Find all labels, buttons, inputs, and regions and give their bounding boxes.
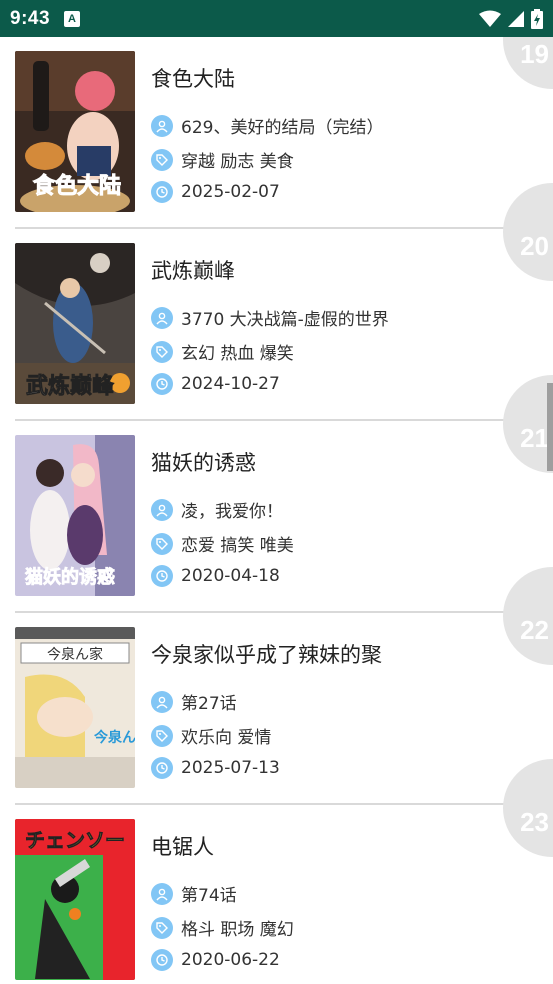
update-date: 2024-10-27 (151, 373, 280, 395)
tags: 穿越 励志 美食 (151, 147, 294, 172)
latest-chapter-text: 第27话 (181, 694, 237, 714)
cover-title-art: 今泉ん家 (47, 646, 103, 663)
status-bar: 9:43 A (0, 0, 553, 37)
tags-text: 恋爱 搞笑 唯美 (181, 536, 294, 556)
comic-title[interactable]: 电锯人 (151, 831, 214, 861)
tag-icon (151, 532, 173, 555)
user-icon (151, 114, 173, 137)
tags: 格斗 职场 魔幻 (151, 915, 294, 940)
clock-icon (151, 757, 173, 779)
cover-title-art: 猫妖的诱惑 (25, 566, 115, 588)
tags-text: 格斗 职场 魔幻 (181, 920, 294, 940)
latest-chapter: 629、美好的结局（完结） (151, 113, 383, 138)
latest-chapter-text: 3770 大决战篇-虚假的世界 (181, 310, 389, 330)
latest-chapter: 第74话 (151, 881, 237, 906)
comic-title[interactable]: 食色大陆 (151, 63, 235, 93)
cover-title-art: 食色大陆 (33, 173, 121, 199)
signal-icon (508, 10, 524, 27)
latest-chapter: 3770 大决战篇-虚假的世界 (151, 305, 389, 330)
latest-chapter: 第27话 (151, 689, 237, 714)
comic-cover[interactable]: 今泉ん家 今泉ん (15, 627, 135, 788)
comic-title[interactable]: 武炼巅峰 (151, 255, 235, 285)
comic-title[interactable]: 今泉家似乎成了辣妹的聚 (151, 639, 382, 669)
tags-text: 欢乐向 爱情 (181, 728, 272, 748)
list-item[interactable]: 23 チェンソー 电锯人 第74话 格斗 职场 魔幻 2020-06-22 (0, 759, 553, 984)
update-date-text: 2020-06-22 (181, 950, 280, 970)
rank-number: 19 (520, 39, 549, 69)
clock-icon (151, 565, 173, 587)
clock-icon (151, 373, 173, 395)
latest-chapter-text: 第74话 (181, 886, 237, 906)
comic-cover[interactable]: チェンソー (15, 819, 135, 980)
comic-list[interactable]: 19 食色大陆 食色大陆 629、美好的结局（完结） 穿越 励志 美食 2025… (0, 37, 553, 984)
tags: 恋爱 搞笑 唯美 (151, 531, 294, 556)
status-time: 9:43 (10, 7, 51, 29)
tag-icon (151, 148, 173, 171)
notification-a-icon: A (64, 10, 81, 27)
latest-chapter-text: 凌，我爱你！ (181, 502, 283, 522)
clock-icon (151, 949, 173, 971)
cover-title-art: 武炼巅峰 (26, 373, 115, 399)
tag-icon (151, 916, 173, 939)
comic-cover[interactable]: 食色大陆 (15, 51, 135, 212)
list-item[interactable]: 19 食色大陆 食色大陆 629、美好的结局（完结） 穿越 励志 美食 2025… (0, 37, 553, 229)
tags-text: 玄幻 热血 爆笑 (181, 344, 294, 364)
wifi-icon (479, 10, 501, 27)
rank-number: 21 (520, 423, 549, 453)
user-icon (151, 498, 173, 521)
update-date-text: 2020-04-18 (181, 566, 280, 586)
update-date-text: 2025-02-07 (181, 182, 280, 202)
list-item[interactable]: 20 武炼巅峰 武炼巅峰 3770 大决战篇-虚假的世界 玄幻 热血 爆笑 20… (0, 183, 553, 421)
rank-number: 23 (520, 807, 549, 837)
update-date: 2020-04-18 (151, 565, 280, 587)
svg-text:今泉ん: 今泉ん (93, 729, 135, 746)
status-icons (479, 8, 543, 29)
tags-text: 穿越 励志 美食 (181, 152, 294, 172)
clock-icon (151, 181, 173, 203)
tags: 玄幻 热血 爆笑 (151, 339, 294, 364)
list-item[interactable]: 21 猫妖的诱惑 猫妖的诱惑 凌，我爱你！ 恋爱 搞笑 唯美 2020-04-1… (0, 375, 553, 613)
comic-cover[interactable]: 猫妖的诱惑 (15, 435, 135, 596)
tag-icon (151, 340, 173, 363)
user-icon (151, 306, 173, 329)
latest-chapter: 凌，我爱你！ (151, 497, 283, 522)
battery-icon (531, 8, 543, 29)
update-date-text: 2024-10-27 (181, 374, 280, 394)
user-icon (151, 690, 173, 713)
comic-cover[interactable]: 武炼巅峰 (15, 243, 135, 404)
comic-title[interactable]: 猫妖的诱惑 (151, 447, 256, 477)
latest-chapter-text: 629、美好的结局（完结） (181, 118, 384, 138)
tag-icon (151, 724, 173, 747)
tags: 欢乐向 爱情 (151, 723, 271, 748)
rank-number: 22 (520, 615, 549, 645)
update-date: 2025-07-13 (151, 757, 280, 779)
cover-title-art: チェンソー (25, 828, 125, 852)
update-date: 2020-06-22 (151, 949, 280, 971)
update-date: 2025-02-07 (151, 181, 280, 203)
rank-number: 20 (520, 231, 549, 261)
scrollbar-thumb[interactable] (547, 383, 553, 471)
user-icon (151, 882, 173, 905)
update-date-text: 2025-07-13 (181, 758, 280, 778)
list-item[interactable]: 22 今泉ん家 今泉ん 今泉家似乎成了辣妹的聚 第27话 欢乐向 爱情 2025… (0, 567, 553, 805)
